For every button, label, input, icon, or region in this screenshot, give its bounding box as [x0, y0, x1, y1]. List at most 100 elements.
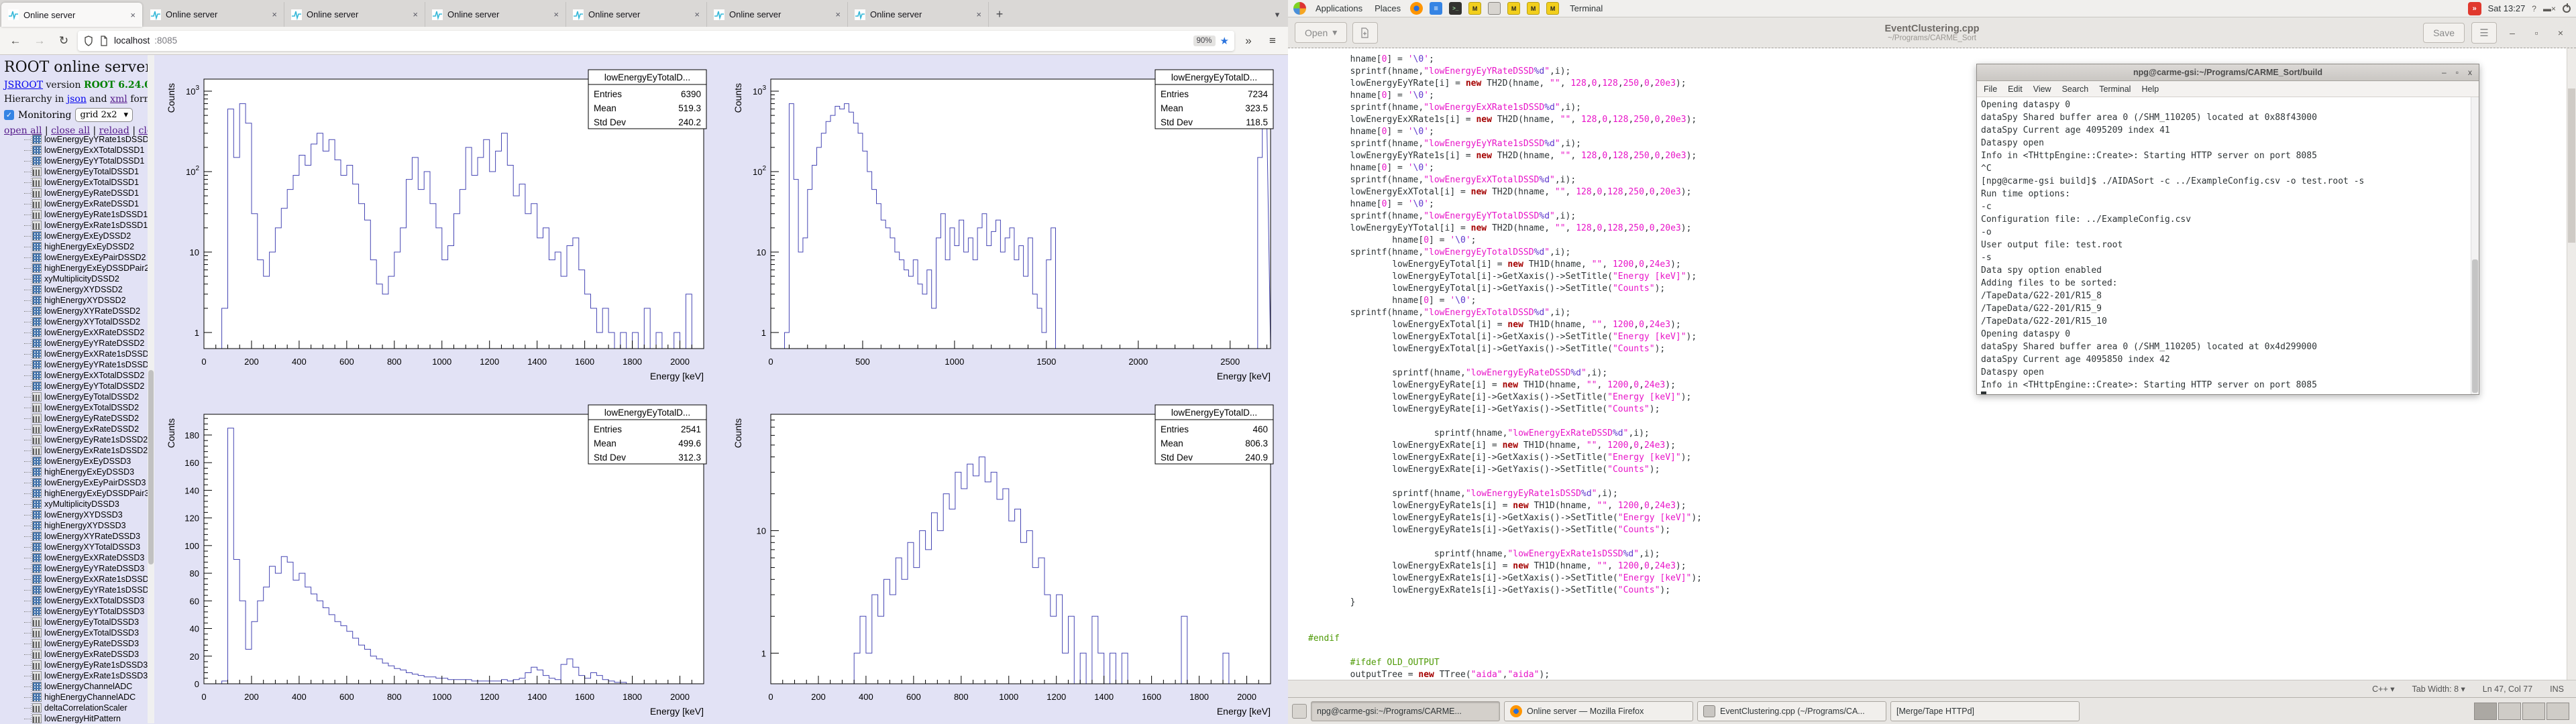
terminal-menu-view[interactable]: View	[2033, 84, 2051, 94]
terminal-menu-file[interactable]: File	[1984, 84, 1997, 94]
list-all-tabs-icon[interactable]: ▾	[1267, 2, 1288, 27]
tree-item[interactable]: lowEnergyExRate1sDSSD3	[4, 670, 148, 681]
minimize-button[interactable]: –	[2504, 27, 2521, 38]
histogram-canvas[interactable]: 0 500 1000 1500 2000 2500 1 10 102 103 Energy [keV…	[721, 55, 1288, 390]
page-zoom-badge[interactable]: 90%	[1193, 35, 1216, 46]
tree-item[interactable]: lowEnergyExRateDSSD3	[4, 649, 148, 660]
files-launcher-icon[interactable]	[1430, 2, 1443, 15]
tree-item[interactable]: lowEnergyEyRateDSSD1	[4, 188, 148, 198]
tree-item[interactable]: lowEnergyExTotalDSSD2	[4, 402, 148, 413]
xml-link[interactable]: xml	[110, 94, 127, 105]
browser-tab[interactable]: Online server ×	[848, 2, 989, 27]
tree-item[interactable]: lowEnergyExEyDSSD3	[4, 456, 148, 467]
tree-item[interactable]: lowEnergyEyRateDSSD2	[4, 413, 148, 424]
tree-item[interactable]: highEnergyExEyDSSD2	[4, 241, 148, 252]
tree-item[interactable]: deltaCorrelationScaler	[4, 703, 148, 713]
tree-item[interactable]: lowEnergyEyYTotalDSSD3	[4, 606, 148, 617]
url-bar[interactable]: localhost:8085 90% ★	[78, 30, 1234, 51]
tree-item[interactable]: lowEnergyEyYRateDSSD2	[4, 338, 148, 349]
tree-item[interactable]: highEnergyExEyDSSD3	[4, 467, 148, 477]
midas-launcher-icon[interactable]	[1527, 2, 1540, 15]
json-link[interactable]: json	[67, 94, 87, 105]
language-selector[interactable]: C++ ▾	[2372, 684, 2394, 694]
power-icon[interactable]	[2563, 3, 2571, 13]
tree-item[interactable]: lowEnergyExXRateDSSD3	[4, 552, 148, 563]
tab-close-icon[interactable]: ×	[411, 9, 419, 19]
tree-item[interactable]: lowEnergyXYDSSD3	[4, 509, 148, 520]
tree-item[interactable]: lowEnergyExRate1sDSSD2	[4, 445, 148, 456]
browser-tab[interactable]: Online server ×	[566, 2, 707, 27]
terminal-scrollbar-thumb[interactable]	[2472, 259, 2478, 393]
toolbar-overflow-icon[interactable]: »	[1238, 31, 1258, 51]
monitoring-checkbox[interactable]: ✓	[4, 110, 14, 120]
shield-icon[interactable]	[83, 35, 94, 46]
close-button[interactable]: ×	[2552, 27, 2569, 38]
volume-muted-icon[interactable]: ▬×	[2543, 4, 2556, 13]
histogram-canvas[interactable]: 0 200 400 600 800 1000 1200 1400 1600 1800 2000 1 10…	[154, 55, 721, 390]
midas-launcher-icon[interactable]	[1546, 2, 1560, 15]
tree-item[interactable]: lowEnergyExRate1sDSSD1	[4, 220, 148, 231]
tree-item[interactable]: highEnergyXYDSSD2	[4, 295, 148, 306]
tree-item[interactable]: lowEnergyEyYTotalDSSD2	[4, 381, 148, 391]
histogram-panel[interactable]: 0 500 1000 1500 2000 2500 1 10 102 103 Energy [keV…	[721, 55, 1288, 390]
show-desktop-applet[interactable]	[1292, 703, 1307, 719]
close-button[interactable]: x	[2468, 68, 2472, 77]
tree-item[interactable]: lowEnergyExXTotalDSSD3	[4, 595, 148, 606]
terminal-menu-search[interactable]: Search	[2062, 84, 2089, 94]
tab-close-icon[interactable]: ×	[270, 9, 278, 19]
tree-item[interactable]: lowEnergyXYRateDSSD3	[4, 531, 148, 542]
app-menu-icon[interactable]: ≡	[1263, 31, 1283, 51]
tree-item[interactable]: lowEnergyExXTotalDSSD1	[4, 145, 148, 156]
jsroot-link[interactable]: JSROOT	[4, 80, 43, 90]
browser-tab[interactable]: Online server ×	[707, 2, 848, 27]
taskbar-window-button[interactable]: >_[Merge/Tape HTTPd]	[1890, 701, 2080, 721]
terminal-menu-edit[interactable]: Edit	[2008, 84, 2023, 94]
restore-button[interactable]: ▫	[2528, 27, 2545, 38]
tree-item[interactable]: lowEnergyXYTotalDSSD3	[4, 542, 148, 552]
layout-select[interactable]: grid 2x2 ▾	[75, 108, 133, 122]
minimize-button[interactable]: –	[2442, 68, 2447, 77]
workspace-2[interactable]	[2498, 702, 2521, 720]
workspace-3[interactable]	[2522, 702, 2545, 720]
reload-button[interactable]: ↻	[54, 31, 74, 51]
tree-item[interactable]: xyMultiplicityDSSD3	[4, 499, 148, 509]
editor-scrollbar-thumb[interactable]	[2568, 88, 2575, 243]
back-button[interactable]: ←	[5, 31, 25, 51]
tree-item[interactable]: lowEnergyExEyPairDSSD3	[4, 477, 148, 488]
midas-launcher-icon[interactable]	[1507, 2, 1521, 15]
browser-tab[interactable]: Online server ×	[1, 3, 142, 27]
tree-item[interactable]: lowEnergyEyRateDSSD3	[4, 638, 148, 649]
tree-item[interactable]: highEnergyXYDSSD3	[4, 520, 148, 531]
tree-item[interactable]: highEnergyChannelADC	[4, 692, 148, 703]
tab-close-icon[interactable]: ×	[129, 10, 137, 20]
new-document-button[interactable]	[1352, 21, 1379, 44]
tree-item[interactable]: lowEnergyHitPattern	[4, 713, 148, 723]
tree-item[interactable]: lowEnergyExEyPairDSSD2	[4, 252, 148, 263]
tree-item[interactable]: lowEnergyEyYTotalDSSD1	[4, 156, 148, 166]
taskbar-window-button[interactable]: >_npg@carme-gsi:~/Programs/CARME...	[1311, 701, 1500, 721]
page-info-icon[interactable]	[99, 35, 109, 46]
tab-close-icon[interactable]: ×	[975, 9, 983, 19]
tree-item[interactable]: lowEnergyExXRateDSSD2	[4, 327, 148, 338]
tab-close-icon[interactable]: ×	[834, 9, 842, 19]
histogram-canvas[interactable]: 0 200 400 600 800 1000 1200 1400 1600 1800 2000 1 10…	[721, 390, 1288, 724]
tree-item[interactable]: lowEnergyExRateDSSD1	[4, 198, 148, 209]
notification-badge-icon[interactable]: »	[2467, 1, 2481, 15]
tree-item[interactable]: lowEnergyExXRate1sDSSD2	[4, 349, 154, 359]
tree-item[interactable]: lowEnergyEyRate1sDSSD2	[4, 434, 148, 445]
forward-button[interactable]: →	[30, 31, 50, 51]
tree-item[interactable]: lowEnergyXYTotalDSSD2	[4, 316, 148, 327]
terminal-menu-terminal[interactable]: Terminal	[2099, 84, 2131, 94]
clock[interactable]: Sat 13:27	[2488, 3, 2526, 13]
browser-tab[interactable]: Online server ×	[284, 2, 425, 27]
tree-item[interactable]: lowEnergyEyYRateDSSD3	[4, 563, 148, 574]
window-launcher-icon[interactable]	[1488, 2, 1501, 15]
save-button[interactable]: Save	[2423, 22, 2465, 43]
tree-item[interactable]: highEnergyExEyDSSDPair2	[4, 263, 149, 274]
taskbar-window-button[interactable]: Online server — Mozilla Firefox	[1504, 701, 1693, 721]
terminal-output[interactable]: Opening dataspy 0 dataSpy Shared buffer a…	[1977, 97, 2471, 394]
tree-item[interactable]: highEnergyExEyDSSDPair3	[4, 488, 149, 499]
sidebar-scrollbar[interactable]	[148, 55, 154, 723]
tree-item[interactable]: lowEnergyEyTotalDSSD2	[4, 391, 148, 402]
tree-item[interactable]: lowEnergyExTotalDSSD3	[4, 627, 148, 638]
